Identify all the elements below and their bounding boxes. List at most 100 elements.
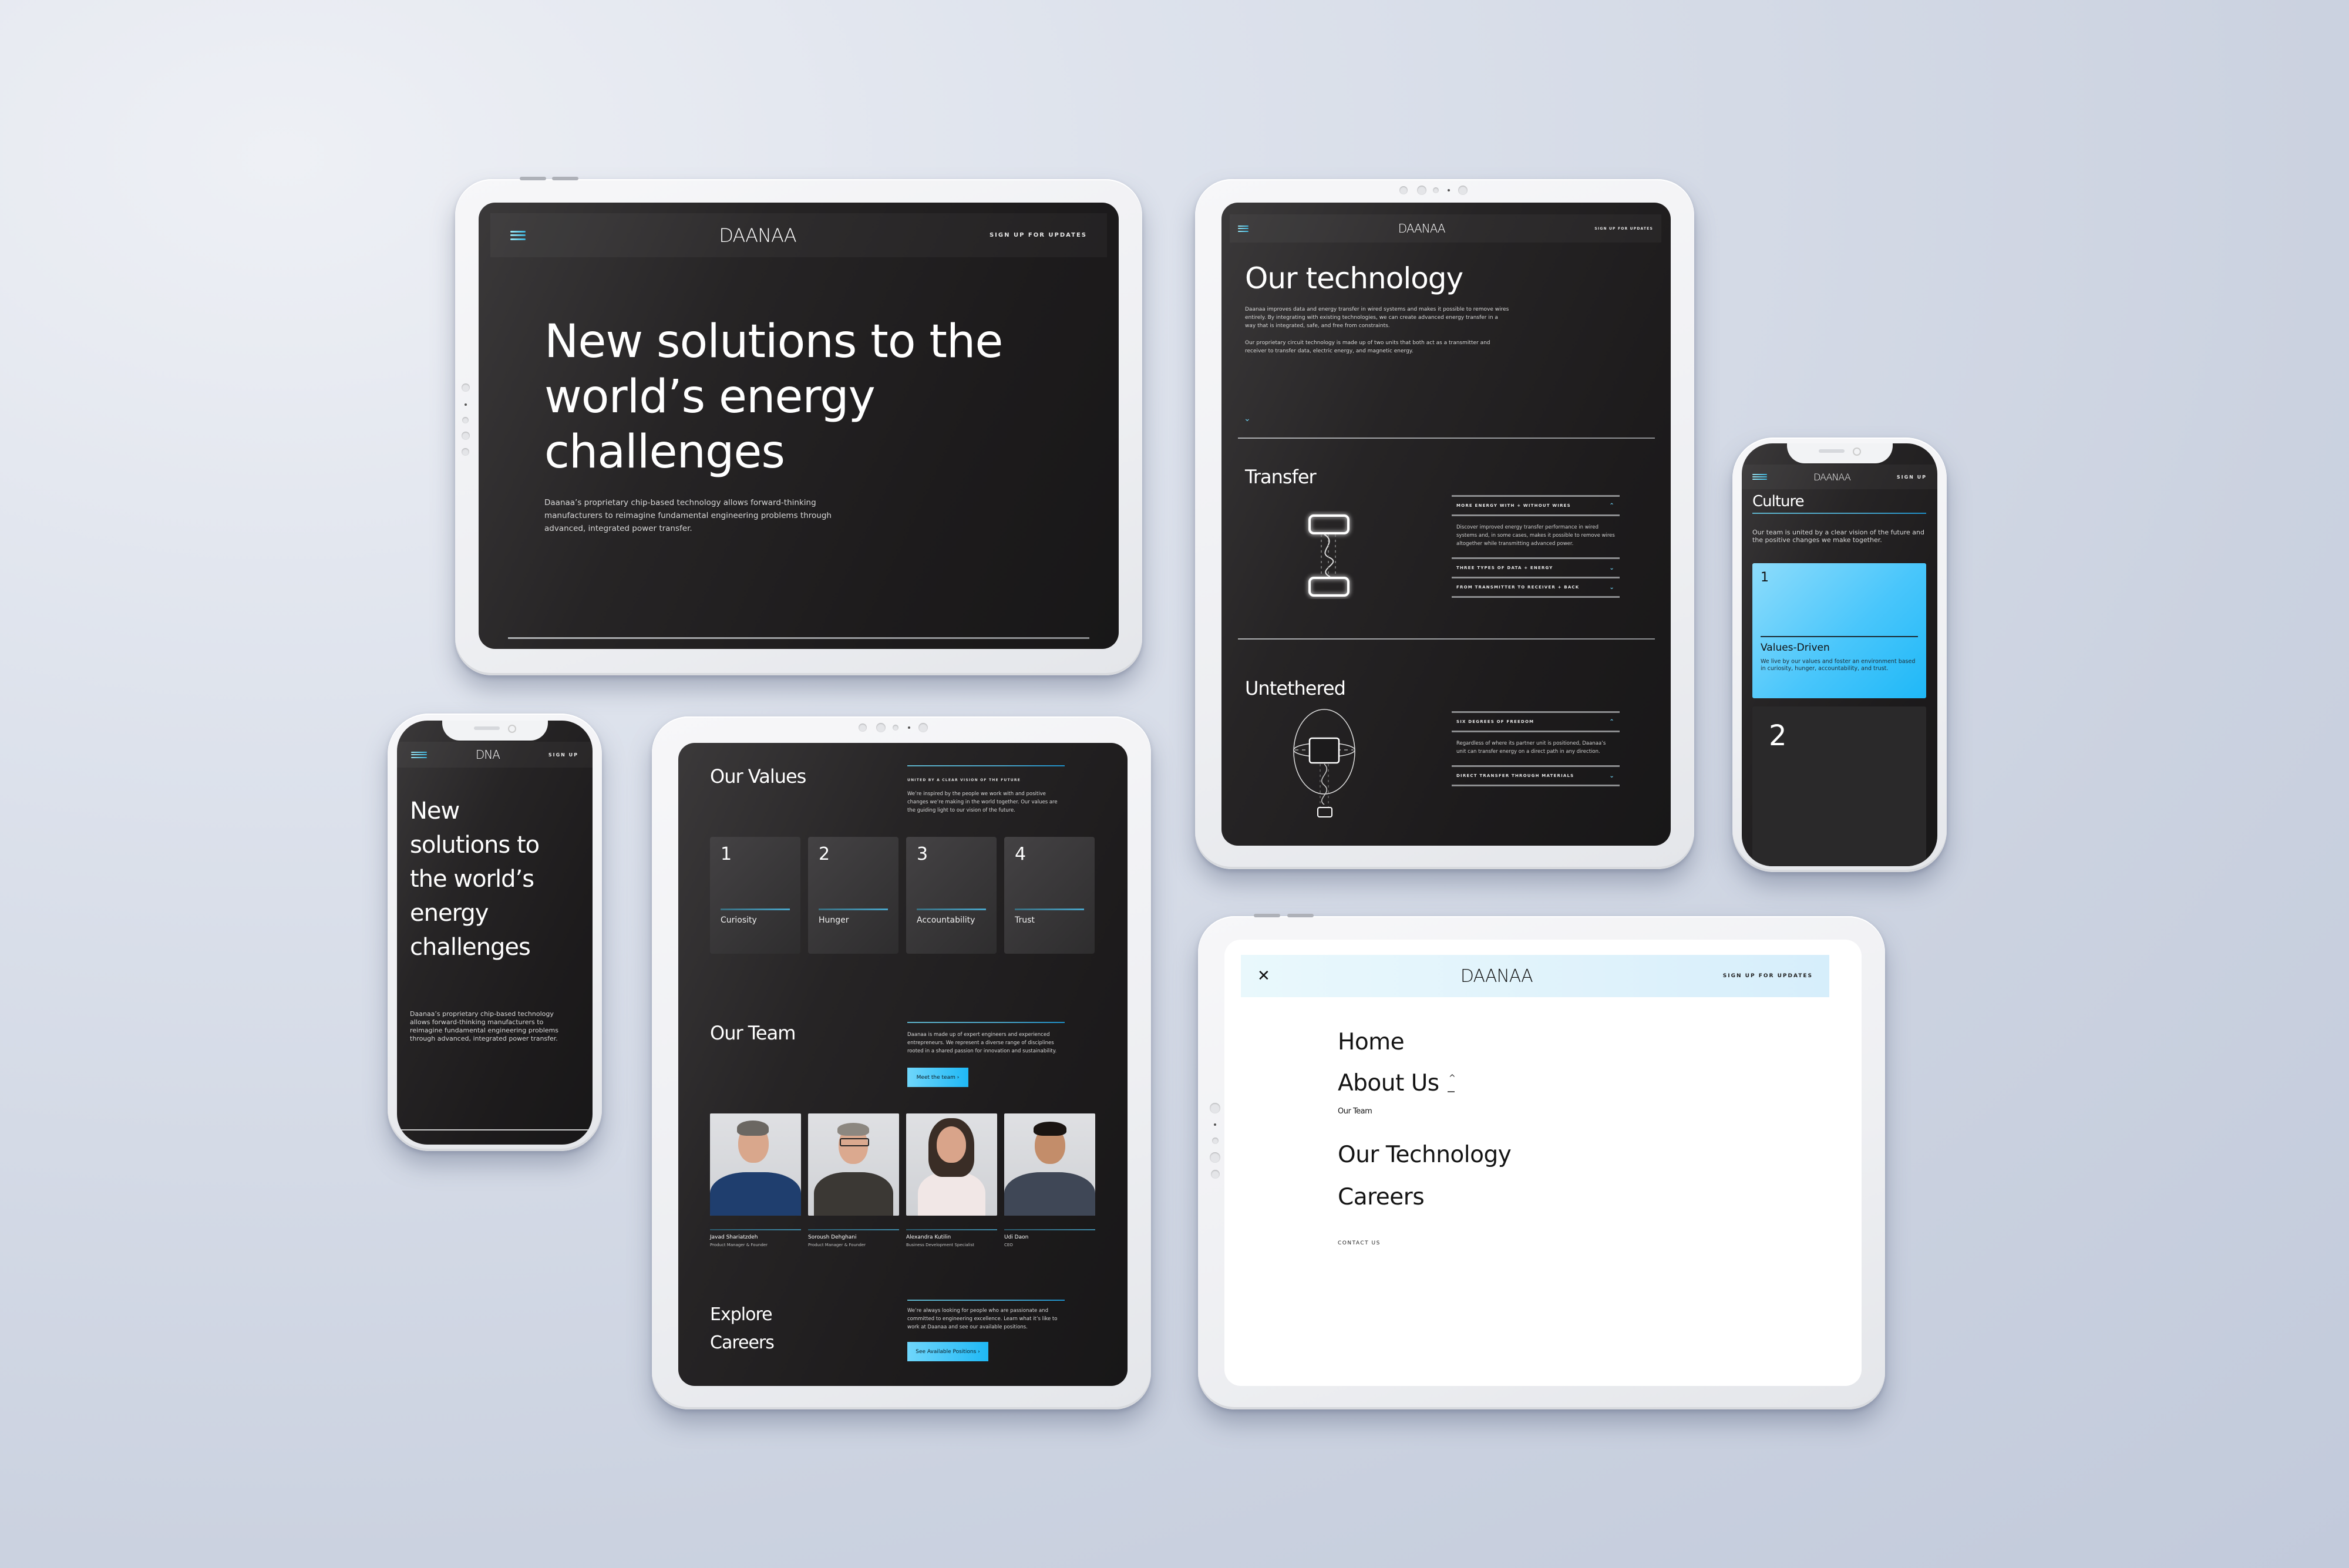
value-card[interactable]: 1 Curiosity bbox=[710, 837, 800, 954]
logo[interactable]: DAANAA bbox=[719, 224, 796, 247]
logo[interactable]: DNA bbox=[476, 748, 500, 762]
divider bbox=[1452, 785, 1620, 786]
accordion-header[interactable]: DIRECT TRANSFER THROUGH MATERIALS ⌄ bbox=[1452, 765, 1620, 785]
signup-link[interactable]: SIGN UP bbox=[1897, 475, 1927, 480]
chevron-up-icon[interactable]: ^ bbox=[1449, 1074, 1456, 1083]
chevron-down-icon[interactable]: ⌄ bbox=[1244, 414, 1251, 423]
member-name: Udi Daon bbox=[1004, 1234, 1029, 1240]
value-card[interactable]: 3 Accountability bbox=[906, 837, 997, 954]
accordion-header[interactable]: MORE ENERGY WITH + WITHOUT WIRES ⌃ bbox=[1452, 495, 1620, 514]
chevron-down-icon: ⌄ bbox=[1609, 584, 1615, 591]
camera-icon bbox=[859, 724, 867, 732]
team-photo[interactable] bbox=[710, 1113, 801, 1216]
team-photo[interactable] bbox=[808, 1113, 899, 1216]
team-photo[interactable] bbox=[906, 1113, 997, 1216]
accordion-body: Discover improved energy transfer perfor… bbox=[1452, 514, 1620, 557]
values-kicker: UNITED BY A CLEAR VISION OF THE FUTURE bbox=[907, 778, 1021, 782]
toggle-underline bbox=[1448, 1091, 1455, 1092]
technology-screen: DAANAA SIGN UP FOR UPDATES Our technolog… bbox=[1221, 203, 1671, 846]
careers-body: We’re always looking for people who are … bbox=[907, 1308, 1058, 1330]
divider bbox=[1752, 513, 1926, 514]
value-card[interactable]: 2 Hunger bbox=[808, 837, 898, 954]
accordion-header[interactable]: THREE TYPES OF DATA + ENERGY ⌄ bbox=[1452, 557, 1620, 577]
value-label: Trust bbox=[1015, 916, 1035, 925]
camera-icon bbox=[1212, 1138, 1219, 1144]
logo[interactable]: DAANAA bbox=[1813, 472, 1851, 483]
hamburger-icon[interactable] bbox=[411, 751, 427, 758]
menu-item-technology[interactable]: Our Technology bbox=[1338, 1142, 1512, 1168]
divider bbox=[1238, 638, 1655, 640]
camera-icon bbox=[1458, 186, 1468, 195]
headline-line: solutions to bbox=[410, 832, 540, 859]
value-card[interactable]: 4 Trust bbox=[1004, 837, 1095, 954]
culture-card[interactable]: 2 bbox=[1752, 706, 1926, 866]
transmitter-unit bbox=[1308, 514, 1350, 534]
accordion-label: FROM TRANSMITTER TO RECEIVER + BACK bbox=[1456, 585, 1580, 590]
careers-title-line: Careers bbox=[710, 1333, 775, 1353]
team-body: Daanaa is made up of expert engineers an… bbox=[907, 1032, 1057, 1054]
divider bbox=[508, 637, 1089, 639]
phone-notch bbox=[1786, 443, 1893, 463]
signup-link[interactable]: SIGN UP FOR UPDATES bbox=[1594, 227, 1653, 231]
divider bbox=[907, 1300, 1065, 1301]
intro-paragraph: Our proprietary circuit technology is ma… bbox=[1245, 340, 1490, 354]
value-divider bbox=[917, 909, 986, 910]
hamburger-icon[interactable] bbox=[1238, 225, 1248, 232]
logo[interactable]: DAANAA bbox=[1460, 966, 1533, 987]
sensor-icon bbox=[1448, 189, 1450, 191]
divider bbox=[808, 1229, 899, 1230]
chevron-down-icon: ⌄ bbox=[1609, 772, 1615, 779]
accordion-header[interactable]: SIX DEGREES OF FREEDOM ⌃ bbox=[1452, 711, 1620, 731]
accordion-header[interactable]: FROM TRANSMITTER TO RECEIVER + BACK ⌄ bbox=[1452, 577, 1620, 596]
receiver-unit bbox=[1317, 807, 1332, 817]
hamburger-icon[interactable] bbox=[1752, 474, 1767, 480]
member-role: Product Manager & Founder bbox=[710, 1243, 768, 1247]
contact-link[interactable]: CONTACT US bbox=[1338, 1240, 1381, 1246]
signup-link[interactable]: SIGN UP FOR UPDATES bbox=[1723, 973, 1813, 979]
phone-culture: DAANAA SIGN UP Culture Our team is unite… bbox=[1732, 438, 1947, 872]
headline-line: New solutions to the bbox=[544, 315, 1003, 368]
camera-icon bbox=[876, 723, 886, 732]
member-name: Soroush Dehghani bbox=[808, 1234, 857, 1240]
see-positions-button[interactable]: See Available Positions › bbox=[907, 1342, 988, 1361]
volume-button bbox=[552, 177, 578, 180]
signup-link[interactable]: SIGN UP bbox=[548, 752, 578, 758]
careers-title: Explore Careers bbox=[710, 1301, 775, 1357]
tablet-technology: DAANAA SIGN UP FOR UPDATES Our technolog… bbox=[1195, 179, 1694, 869]
meet-team-button[interactable]: Meet the team › bbox=[907, 1068, 968, 1087]
nav-bar: DNA SIGN UP bbox=[397, 742, 593, 768]
member-name: Alexandra Kutilin bbox=[906, 1234, 951, 1240]
close-icon[interactable]: ✕ bbox=[1257, 967, 1270, 985]
headline-line: challenges bbox=[544, 426, 785, 479]
team-photo[interactable] bbox=[1004, 1113, 1095, 1216]
signup-link[interactable]: SIGN UP FOR UPDATES bbox=[990, 232, 1087, 238]
menu-item-home[interactable]: Home bbox=[1338, 1029, 1405, 1055]
camera-icon bbox=[462, 383, 470, 392]
value-divider bbox=[721, 909, 790, 910]
about-screen: Our Values UNITED BY A CLEAR VISION OF T… bbox=[678, 743, 1128, 1386]
hamburger-icon[interactable] bbox=[510, 230, 526, 240]
card-title: Values-Driven bbox=[1761, 642, 1830, 654]
culture-card[interactable]: 1 Values-Driven We live by our values an… bbox=[1752, 563, 1926, 698]
member-role: CEO bbox=[1004, 1243, 1013, 1247]
section-title: Our Team bbox=[710, 1022, 796, 1044]
camera-icon bbox=[1210, 1152, 1220, 1163]
menu-item-about[interactable]: About Us bbox=[1338, 1070, 1439, 1096]
sensor-icon bbox=[465, 403, 467, 406]
camera-icon bbox=[1210, 1103, 1220, 1113]
energy-wave bbox=[1321, 763, 1328, 805]
logo[interactable]: DAANAA bbox=[1398, 221, 1446, 235]
card-body: We live by our values and foster an envi… bbox=[1761, 658, 1916, 672]
camera-icon bbox=[918, 723, 928, 732]
headline-line: the world’s bbox=[410, 866, 534, 893]
intro-paragraph: Daanaa improves data and energy transfer… bbox=[1245, 307, 1509, 329]
value-label: Accountability bbox=[917, 916, 975, 925]
home-screen: DAANAA SIGN UP FOR UPDATES New solutions… bbox=[479, 203, 1119, 649]
menu-item-careers[interactable]: Careers bbox=[1338, 1184, 1425, 1210]
camera-icon bbox=[462, 448, 469, 456]
divider bbox=[1004, 1229, 1095, 1230]
accordion-label: THREE TYPES OF DATA + ENERGY bbox=[1456, 566, 1553, 570]
divider bbox=[906, 1229, 997, 1230]
submenu-item-our-team[interactable]: Our Team bbox=[1338, 1107, 1372, 1116]
sensor-icon bbox=[1214, 1123, 1216, 1126]
